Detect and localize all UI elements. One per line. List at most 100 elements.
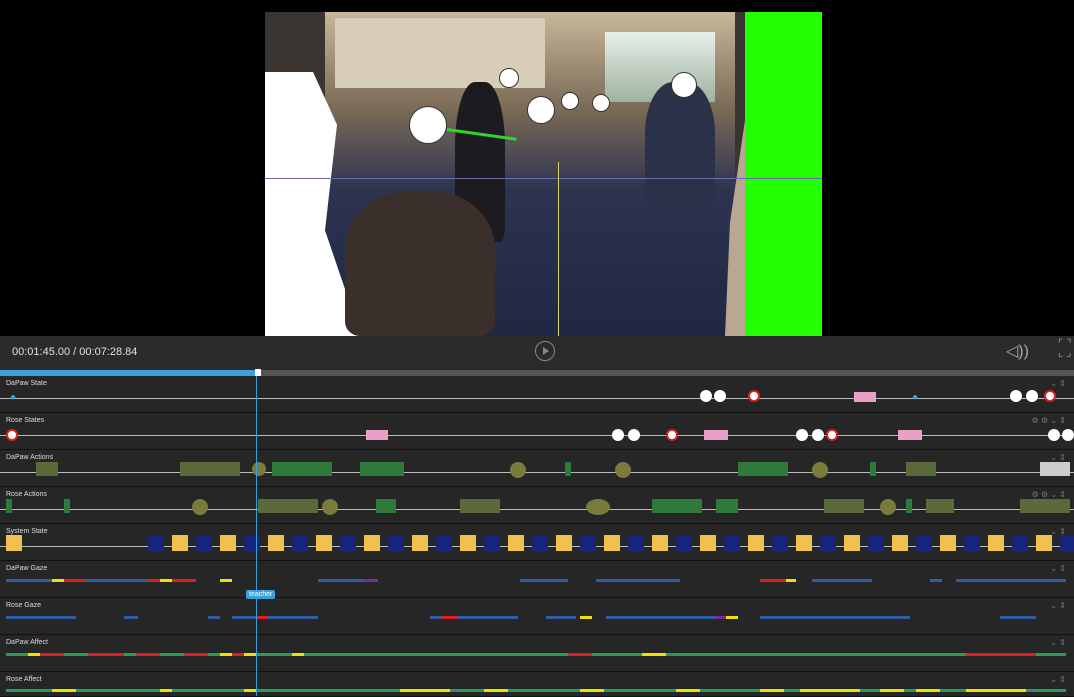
track-rose-gaze[interactable]: Rose Gaze ⌄ ⇕ bbox=[0, 598, 1074, 635]
state-icon bbox=[826, 429, 838, 441]
sun-state-icon bbox=[652, 535, 668, 551]
moon-state-icon bbox=[436, 535, 452, 551]
sun-state-icon bbox=[748, 535, 764, 551]
affect-segment bbox=[676, 689, 700, 692]
track-dapaw-gaze[interactable]: DaPaw Gaze ⌄ ⇕ bbox=[0, 561, 1074, 598]
head-marker bbox=[499, 68, 519, 88]
track-collapse-icon[interactable]: ⌄ ⇕ bbox=[1050, 675, 1066, 684]
guide-line-horizontal bbox=[265, 178, 822, 179]
affect-segment bbox=[760, 689, 784, 692]
head-marker bbox=[671, 72, 697, 98]
sun-state-icon bbox=[364, 535, 380, 551]
affect-segment bbox=[292, 653, 304, 656]
moon-state-icon bbox=[1012, 535, 1028, 551]
action-icon bbox=[870, 462, 876, 476]
gaze-segment bbox=[256, 616, 268, 619]
action-icon bbox=[926, 499, 954, 513]
gaze-segment bbox=[52, 579, 64, 582]
track-label: Rose Gaze bbox=[6, 602, 42, 609]
track-label: Rose States bbox=[6, 417, 45, 424]
playhead[interactable] bbox=[256, 376, 257, 696]
moon-state-icon bbox=[580, 535, 596, 551]
gaze-segment bbox=[716, 616, 726, 619]
head-marker bbox=[409, 106, 447, 144]
play-icon[interactable] bbox=[535, 341, 555, 361]
track-dapaw-state[interactable]: DaPaw State ⌄ ⇕ ● ● bbox=[0, 376, 1074, 413]
state-icon bbox=[1026, 390, 1038, 402]
gaze-segment bbox=[268, 616, 318, 619]
gaze-segment bbox=[760, 616, 910, 619]
affect-segment bbox=[52, 689, 76, 692]
action-icon bbox=[652, 499, 702, 513]
gaze-segment bbox=[726, 616, 738, 619]
sun-state-icon bbox=[460, 535, 476, 551]
track-system-state[interactable]: System State ⌄ ⇕ bbox=[0, 524, 1074, 561]
track-collapse-icon[interactable]: ⌄ ⇕ bbox=[1050, 601, 1066, 610]
track-collapse-icon[interactable]: ⚙ ⚙ ⌄ ⇕ bbox=[1032, 416, 1066, 425]
sun-state-icon bbox=[556, 535, 572, 551]
action-icon bbox=[880, 499, 896, 515]
action-icon bbox=[272, 462, 332, 476]
action-icon bbox=[716, 499, 738, 513]
track-collapse-icon[interactable]: ⌄ ⇕ bbox=[1050, 453, 1066, 462]
moon-state-icon bbox=[772, 535, 788, 551]
player-controls: 00:01:45.00 / 00:07:28.84 ◁)) ⌜ ⌝ ⌞ ⌟ bbox=[0, 336, 1074, 370]
track-label: DaPaw Actions bbox=[6, 454, 54, 461]
action-icon bbox=[1040, 462, 1070, 476]
track-dapaw-actions[interactable]: DaPaw Actions ⌄ ⇕ bbox=[0, 450, 1074, 487]
moon-state-icon bbox=[292, 535, 308, 551]
gaze-segment bbox=[580, 616, 592, 619]
moon-state-icon bbox=[916, 535, 932, 551]
gaze-segment bbox=[520, 579, 568, 582]
gaze-segment bbox=[430, 616, 442, 619]
moon-state-icon bbox=[340, 535, 356, 551]
action-icon bbox=[738, 462, 788, 476]
action-icon bbox=[565, 462, 571, 476]
video-frame[interactable] bbox=[265, 12, 822, 336]
guide-line-vertical bbox=[558, 162, 559, 336]
sun-state-icon bbox=[892, 535, 908, 551]
drop-icon: ● bbox=[10, 392, 17, 403]
action-icon bbox=[258, 499, 318, 513]
gaze-segment bbox=[160, 579, 172, 582]
track-axis bbox=[0, 509, 1074, 510]
gaze-segment bbox=[318, 579, 364, 582]
track-collapse-icon[interactable]: ⚙ ⚙ ⌄ ⇕ bbox=[1032, 490, 1066, 499]
gaze-segment bbox=[1000, 616, 1036, 619]
track-label: DaPaw Gaze bbox=[6, 565, 48, 572]
fullscreen-icon[interactable]: ⌜ ⌝ ⌞ ⌟ bbox=[1058, 339, 1071, 359]
state-icon bbox=[1062, 429, 1074, 441]
affect-segment bbox=[400, 689, 450, 692]
track-rose-actions[interactable]: Rose Actions ⚙ ⚙ ⌄ ⇕ bbox=[0, 487, 1074, 524]
gaze-segment bbox=[606, 616, 716, 619]
moon-state-icon bbox=[244, 535, 260, 551]
track-collapse-icon[interactable]: ⌄ ⇕ bbox=[1050, 564, 1066, 573]
playhead-tooltip: teacher bbox=[246, 590, 276, 599]
sun-state-icon bbox=[796, 535, 812, 551]
gaze-segment bbox=[148, 579, 160, 582]
person-figure bbox=[345, 192, 495, 336]
sun-state-icon bbox=[6, 535, 22, 551]
track-dapaw-affect[interactable]: DaPaw Affect ⌄ ⇕ bbox=[0, 635, 1074, 672]
action-icon bbox=[180, 462, 240, 476]
sun-state-icon bbox=[604, 535, 620, 551]
affect-baseline bbox=[6, 653, 1066, 656]
track-collapse-icon[interactable]: ⌄ ⇕ bbox=[1050, 379, 1066, 388]
state-icon bbox=[666, 429, 678, 441]
volume-icon[interactable]: ◁)) bbox=[1006, 341, 1029, 361]
affect-segment bbox=[184, 653, 208, 656]
track-rose-states[interactable]: Rose States ⚙ ⚙ ⌄ ⇕ bbox=[0, 413, 1074, 450]
affect-segment bbox=[244, 689, 256, 692]
state-icon bbox=[704, 430, 728, 440]
gaze-segment bbox=[956, 579, 1066, 582]
moon-state-icon bbox=[148, 535, 164, 551]
sun-state-icon bbox=[172, 535, 188, 551]
action-icon bbox=[322, 499, 338, 515]
track-rose-affect[interactable]: Rose Affect ⌄ ⇕ bbox=[0, 672, 1074, 697]
person-figure bbox=[645, 82, 715, 212]
affect-segment bbox=[160, 689, 172, 692]
head-marker bbox=[561, 92, 579, 110]
moon-state-icon bbox=[1060, 535, 1074, 551]
track-collapse-icon[interactable]: ⌄ ⇕ bbox=[1050, 638, 1066, 647]
green-screen-region bbox=[745, 12, 822, 336]
